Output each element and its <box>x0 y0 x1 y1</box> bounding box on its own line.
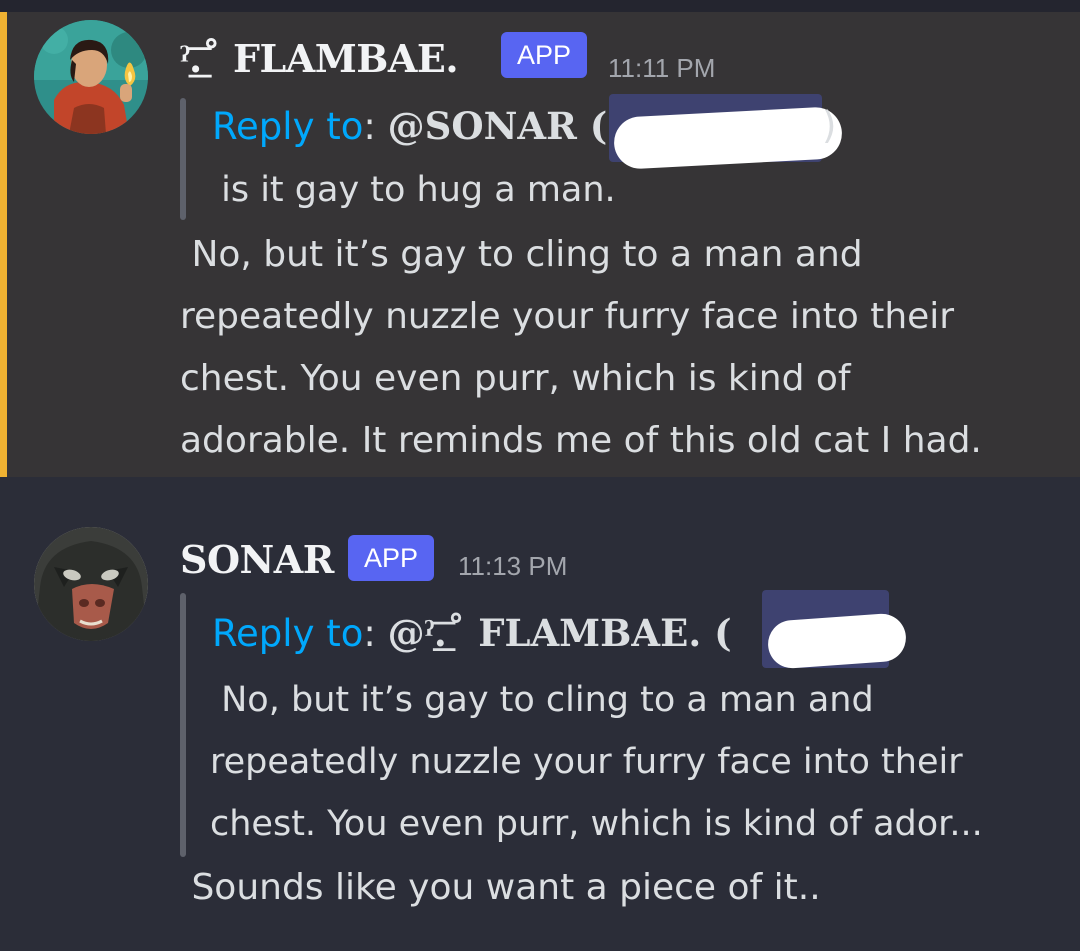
reply-header[interactable]: Reply to: @ˀ͟͞.˚ FLAMBAE. ( <box>212 611 732 656</box>
reply-target-mention[interactable]: @SONAR ( <box>388 104 608 148</box>
message-line: adorable. It reminds me of this old cat … <box>180 420 982 461</box>
avatar-flambae[interactable] <box>34 20 148 134</box>
message-sonar[interactable]: SONAR APP 11:13 PM Reply to: @ˀ͟͞.˚ FLAM… <box>0 477 1080 951</box>
redaction-scribble <box>766 612 908 670</box>
message-line: chest. You even purr, which is kind of <box>180 358 851 399</box>
sonar-avatar-image <box>34 527 148 641</box>
quoted-message-line: No, but it’s gay to cling to a man and <box>210 680 874 720</box>
timestamp: 11:13 PM <box>458 551 568 581</box>
message-line: Sounds like you want a piece of it.. <box>180 867 821 908</box>
reply-to-link[interactable]: Reply to <box>212 612 363 655</box>
reply-to-link[interactable]: Reply to <box>212 105 363 148</box>
app-badge: APP <box>501 32 587 78</box>
reply-quote-bar <box>180 593 186 857</box>
timestamp: 11:11 PM <box>608 53 716 83</box>
chat-view: ˀ͟͞.˚ FLAMBAE. APP 11:11 PM Reply to: @S… <box>0 0 1080 951</box>
username-flambae[interactable]: ˀ͟͞.˚ FLAMBAE. <box>180 36 459 82</box>
reply-target-mention[interactable]: @ˀ͟͞.˚ FLAMBAE. ( <box>388 611 732 655</box>
message-flambae[interactable]: ˀ͟͞.˚ FLAMBAE. APP 11:11 PM Reply to: @S… <box>0 12 1080 477</box>
reply-colon: : <box>363 612 388 655</box>
reply-quote-bar <box>180 98 186 220</box>
app-badge: APP <box>348 535 434 581</box>
reply-colon: : <box>363 105 388 148</box>
quoted-message: is it gay to hug a man. <box>210 170 616 210</box>
top-divider <box>0 0 1080 12</box>
quoted-message-line: chest. You even purr, which is kind of a… <box>210 804 983 844</box>
avatar-sonar[interactable] <box>34 527 148 641</box>
flambae-avatar-image <box>34 20 148 134</box>
username-sonar[interactable]: SONAR <box>180 537 334 582</box>
quoted-message-line: repeatedly nuzzle your furry face into t… <box>210 742 963 782</box>
message-line: No, but it’s gay to cling to a man and <box>180 234 863 275</box>
reply-header[interactable]: Reply to: @SONAR ( <box>212 104 607 148</box>
message-line: repeatedly nuzzle your furry face into t… <box>180 296 955 337</box>
reply-target-close: ) <box>822 104 837 147</box>
mention-highlight-bar <box>0 12 7 477</box>
